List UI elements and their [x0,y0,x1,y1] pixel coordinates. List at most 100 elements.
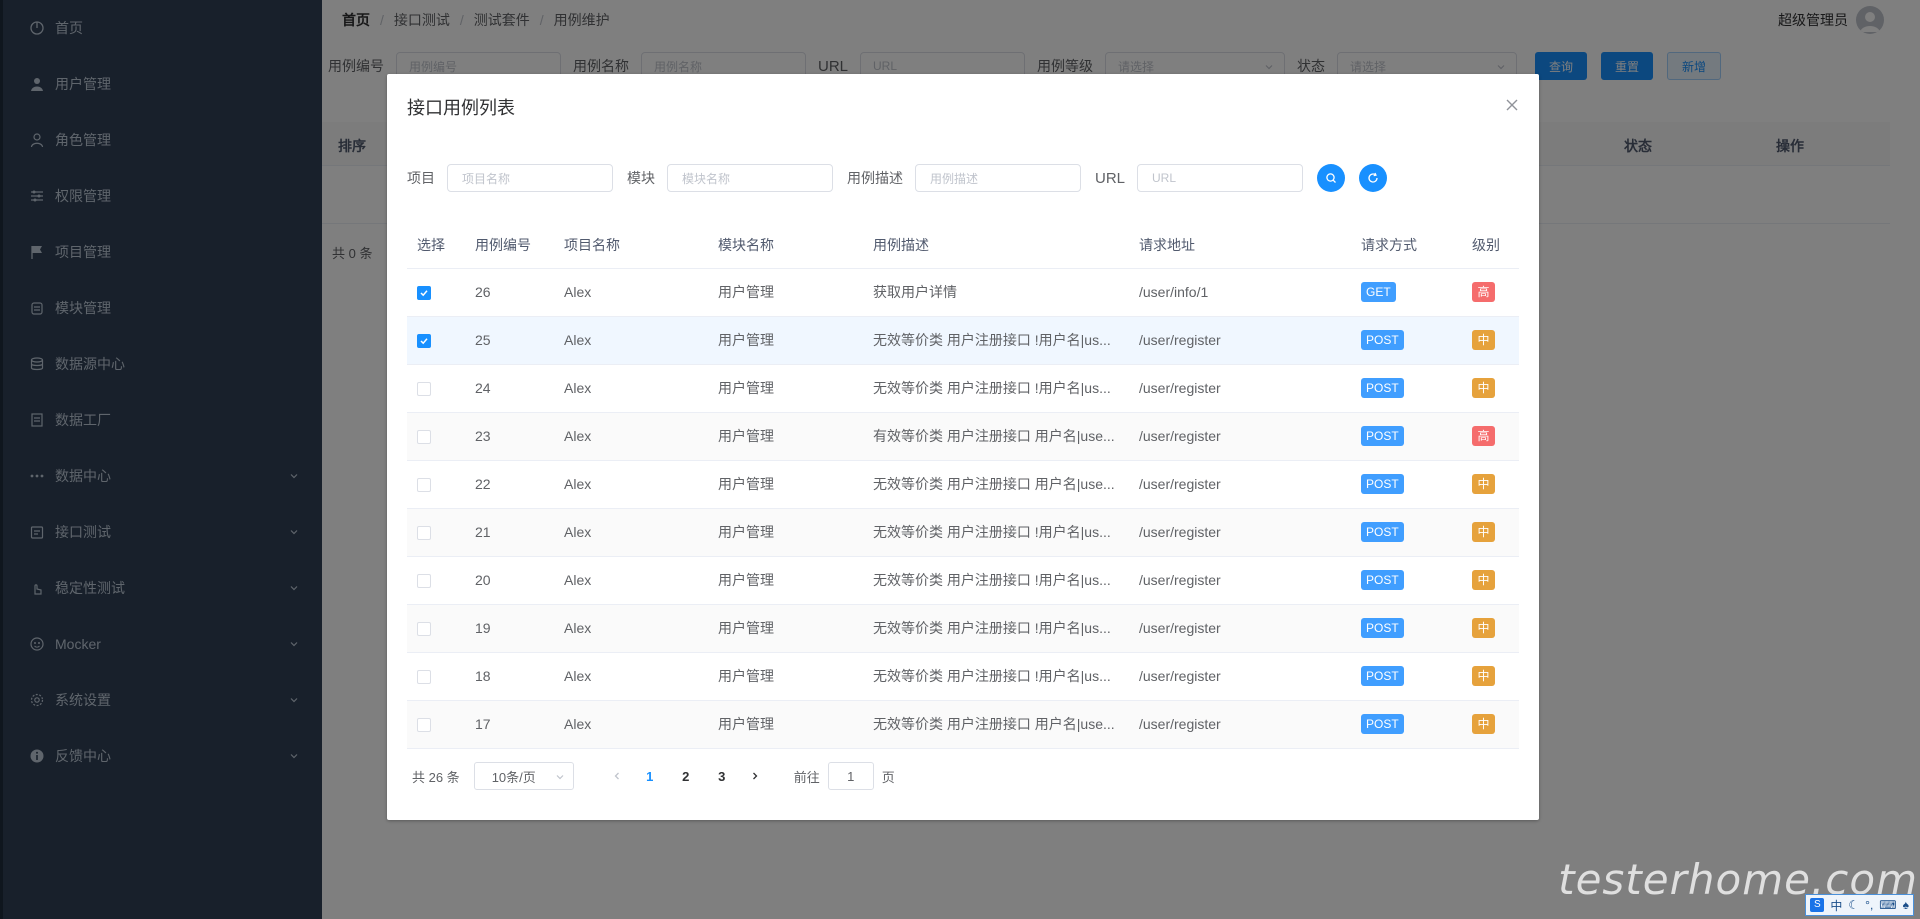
cell-module: 用户管理 [708,268,863,317]
page-suffix: 页 [881,769,895,785]
ime-logo-icon: S [1810,898,1825,912]
page-size-select[interactable]: 10条/页 [473,762,574,790]
table-row[interactable]: 26 Alex 用户管理 获取用户详情/user/info/1 GET 高 [407,268,1519,317]
goto-page-input[interactable]: 1 [827,762,874,790]
cell-desc: 获取用户详情 [863,268,1129,317]
row-checkbox[interactable] [417,382,431,397]
cell-case-no: 26 [465,268,554,317]
cell-url: /user/register [1129,508,1351,557]
cell-module: 用户管理 [708,556,863,605]
url-input[interactable]: URL [1137,164,1304,192]
method-tag: POST [1361,330,1404,350]
cell-project: Alex [554,412,708,461]
goto-label: 前往 [793,769,820,785]
table-row[interactable]: 23 Alex 用户管理 有效等价类 用户注册接口 用户名|use.../user/r… [407,412,1519,461]
cell-url: /user/register [1129,460,1351,509]
moon-icon: ☾ [1848,898,1860,912]
check-icon [420,290,428,297]
column-header-project: 项目名称 [554,222,708,269]
column-header-method: 请求方式 [1351,222,1462,269]
cell-project: Alex [554,556,708,605]
dialog-search-bar: 项目 项目名称 模块 模块名称 用例描述 用例描述 URL URL [407,164,1401,192]
project-input[interactable]: 项目名称 [447,164,613,192]
skin-icon: ♠ [1902,898,1909,912]
row-checkbox[interactable] [417,526,431,541]
close-icon[interactable] [1505,98,1519,112]
page-1-button[interactable]: 1 [635,769,665,784]
table-row[interactable]: 25 Alex 用户管理 无效等价类 用户注册接口 !用户名|us.../user/r… [407,316,1519,365]
method-tag: POST [1361,378,1404,398]
row-checkbox[interactable] [417,574,431,589]
column-header-module: 模块名称 [708,222,863,269]
table-row[interactable]: 17 Alex 用户管理 无效等价类 用户注册接口 用户名|use.../user/r… [407,700,1519,749]
desc-label: 用例描述 [847,170,903,186]
column-header-desc: 用例描述 [863,222,1129,269]
level-tag: 中 [1472,522,1495,542]
keyboard-icon: ⌨ [1879,898,1897,912]
row-checkbox[interactable] [417,478,431,493]
search-button[interactable] [1317,164,1346,192]
table-row[interactable]: 24 Alex 用户管理 无效等价类 用户注册接口 !用户名|us.../user/r… [407,364,1519,413]
desc-input[interactable]: 用例描述 [915,164,1081,192]
pagination-total: 共 26 条 [412,769,460,785]
cell-desc: 有效等价类 用户注册接口 用户名|use... [863,412,1129,461]
cell-module: 用户管理 [708,412,863,461]
project-label: 项目 [407,170,435,186]
cell-url: /user/register [1129,700,1351,749]
row-checkbox[interactable] [417,718,431,733]
cell-module: 用户管理 [708,316,863,365]
cell-url: /user/register [1129,364,1351,413]
row-checkbox[interactable] [417,286,431,301]
level-tag: 中 [1472,666,1495,686]
level-tag: 中 [1472,378,1495,398]
table-row[interactable]: 22 Alex 用户管理 无效等价类 用户注册接口 用户名|use.../user/r… [407,460,1519,509]
next-page-button[interactable] [740,769,770,784]
cell-desc: 无效等价类 用户注册接口 !用户名|us... [863,508,1129,557]
row-checkbox[interactable] [417,430,431,445]
page-size-value: 10条/页 [491,769,536,785]
level-tag: 中 [1472,618,1495,638]
page-2-button[interactable]: 2 [671,769,701,784]
case-list-dialog: 接口用例列表 项目 项目名称 模块 模块名称 用例描述 用例描述 URL URL… [387,74,1539,820]
table-row[interactable]: 19 Alex 用户管理 无效等价类 用户注册接口 !用户名|us.../user/r… [407,604,1519,653]
url-label: URL [1095,169,1126,187]
row-checkbox[interactable] [417,670,431,685]
punct-icon: °, [1865,898,1874,912]
cell-case-no: 22 [465,460,554,509]
cell-case-no: 19 [465,604,554,653]
method-tag: POST [1361,474,1404,494]
cell-desc: 无效等价类 用户注册接口 用户名|use... [863,460,1129,509]
cell-desc: 无效等价类 用户注册接口 !用户名|us... [863,364,1129,413]
cell-module: 用户管理 [708,460,863,509]
table-row[interactable]: 21 Alex 用户管理 无效等价类 用户注册接口 !用户名|us.../user/r… [407,508,1519,557]
method-tag: GET [1361,282,1396,302]
row-checkbox[interactable] [417,334,431,349]
cell-project: Alex [554,364,708,413]
cell-case-no: 21 [465,508,554,557]
cell-project: Alex [554,700,708,749]
cell-desc: 无效等价类 用户注册接口 用户名|use... [863,700,1129,749]
dialog-title: 接口用例列表 [407,98,515,118]
cell-url: /user/register [1129,316,1351,365]
level-tag: 中 [1472,474,1495,494]
ime-mode[interactable]: 中 [1830,897,1842,914]
column-header-level: 级别 [1462,222,1519,269]
cell-module: 用户管理 [708,508,863,557]
ime-toolbar[interactable]: S 中 ☾ °, ⌨ ♠ [1805,894,1914,916]
refresh-button[interactable] [1359,164,1388,192]
module-input[interactable]: 模块名称 [667,164,833,192]
page-3-button[interactable]: 3 [707,769,737,784]
prev-page-button[interactable] [602,769,632,784]
refresh-icon [1368,172,1378,183]
cell-project: Alex [554,316,708,365]
level-tag: 中 [1472,330,1495,350]
column-header-case-no: 用例编号 [465,222,554,269]
table-row[interactable]: 18 Alex 用户管理 无效等价类 用户注册接口 !用户名|us.../user/r… [407,652,1519,701]
table-row[interactable]: 20 Alex 用户管理 无效等价类 用户注册接口 !用户名|us.../user/r… [407,556,1519,605]
column-header-url: 请求地址 [1129,222,1351,269]
row-checkbox[interactable] [417,622,431,637]
case-table: 选择 用例编号 项目名称 模块名称 用例描述 请求地址 请求方式 级别 26 Al… [407,222,1519,749]
cell-case-no: 24 [465,364,554,413]
level-tag: 中 [1472,570,1495,590]
cell-url: /user/register [1129,604,1351,653]
